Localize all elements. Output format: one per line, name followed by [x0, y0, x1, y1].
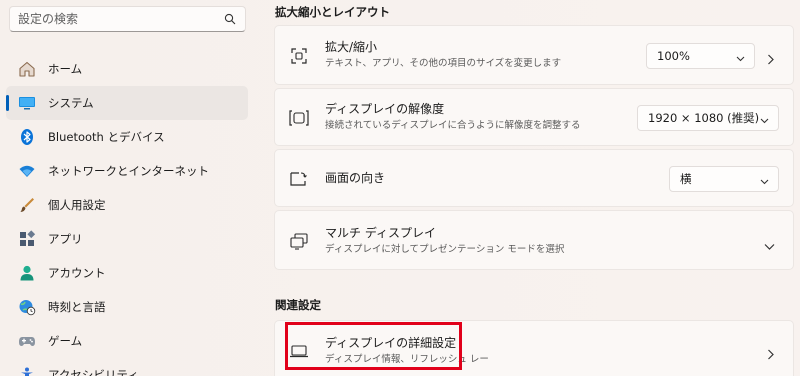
- sidebar-item-label: システム: [48, 96, 94, 110]
- sidebar-item-label: Bluetooth とデバイス: [48, 130, 165, 144]
- sidebar-item-network[interactable]: ネットワークとインターネット: [6, 154, 248, 188]
- chevron-down-icon: [760, 175, 769, 189]
- person-icon: [18, 264, 36, 282]
- multiple-displays-title: マルチ ディスプレイ: [325, 226, 436, 240]
- scale-value: 100%: [657, 49, 690, 63]
- multiple-displays-row[interactable]: マルチ ディスプレイ ディスプレイに対してプレゼンテーション モードを選択: [274, 210, 794, 270]
- display-resolution-icon: [289, 108, 309, 128]
- sidebar-item-apps[interactable]: アプリ: [6, 222, 248, 256]
- resize-icon: [289, 46, 309, 66]
- sidebar-item-system[interactable]: システム: [6, 86, 248, 120]
- orientation-row[interactable]: 画面の向き 横: [274, 149, 794, 207]
- sidebar-item-home[interactable]: ホーム: [6, 52, 248, 86]
- search-input[interactable]: [18, 12, 223, 26]
- resolution-subtitle: 接続されているディスプレイに合うように解像度を調整する: [325, 120, 581, 131]
- resolution-row[interactable]: ディスプレイの解像度 接続されているディスプレイに合うように解像度を調整する 1…: [274, 88, 794, 146]
- gamepad-icon: [18, 332, 36, 350]
- main-content: 拡大縮小とレイアウト 拡大/縮小 テキスト、アプリ、その他の項目のサイズを変更し…: [274, 0, 794, 376]
- sidebar-item-time-language[interactable]: 時刻と言語: [6, 290, 248, 324]
- sidebar-item-label: アクセシビリティ: [48, 368, 139, 376]
- chevron-down-icon: [760, 114, 769, 128]
- chevron-down-icon: [736, 52, 745, 66]
- sidebar-item-label: 時刻と言語: [48, 300, 106, 314]
- scale-title: 拡大/縮小: [325, 40, 378, 54]
- wifi-icon: [18, 162, 36, 180]
- sidebar-item-accessibility[interactable]: アクセシビリティ: [6, 358, 248, 376]
- sidebar-item-label: ネットワークとインターネット: [48, 164, 209, 178]
- bluetooth-icon: [18, 128, 36, 146]
- sidebar-item-gaming[interactable]: ゲーム: [6, 324, 248, 358]
- sidebar-item-label: ホーム: [48, 62, 83, 76]
- multiple-displays-subtitle: ディスプレイに対してプレゼンテーション モードを選択: [325, 244, 565, 255]
- chevron-right-icon[interactable]: [766, 50, 775, 69]
- orientation-dropdown[interactable]: 横: [669, 166, 779, 192]
- chevron-down-icon[interactable]: [764, 236, 775, 255]
- scale-subtitle: テキスト、アプリ、その他の項目のサイズを変更します: [325, 58, 562, 69]
- search-icon[interactable]: [223, 12, 237, 26]
- apps-icon: [18, 230, 36, 248]
- sidebar-item-personalization[interactable]: 個人用設定: [6, 188, 248, 222]
- globe-clock-icon: [18, 298, 36, 316]
- sidebar-item-label: ゲーム: [48, 334, 83, 348]
- multiple-displays-icon: [289, 231, 309, 251]
- advanced-display-row[interactable]: ディスプレイの詳細設定 ディスプレイ情報、リフレッシュ レー: [274, 320, 794, 376]
- laptop-icon: [289, 341, 309, 361]
- resolution-dropdown[interactable]: 1920 × 1080 (推奨): [637, 105, 779, 131]
- accessibility-icon: [18, 366, 36, 376]
- chevron-right-icon[interactable]: [766, 345, 775, 364]
- advanced-display-title: ディスプレイの詳細設定: [325, 336, 457, 350]
- resolution-value: 1920 × 1080 (推奨): [648, 111, 760, 125]
- sidebar-item-bluetooth[interactable]: Bluetooth とデバイス: [6, 120, 248, 154]
- settings-window: ホーム システム Bluetooth とデバイス ネットワークとインターネット: [0, 0, 800, 376]
- sidebar-item-label: アプリ: [48, 232, 83, 246]
- sidebar-item-label: 個人用設定: [48, 198, 106, 212]
- orientation-title: 画面の向き: [325, 171, 386, 185]
- orientation-value: 横: [680, 172, 692, 186]
- sidebar: ホーム システム Bluetooth とデバイス ネットワークとインターネット: [0, 0, 258, 376]
- sidebar-nav: ホーム システム Bluetooth とデバイス ネットワークとインターネット: [6, 52, 248, 376]
- section-title-related: 関連設定: [275, 298, 321, 312]
- search-box[interactable]: [9, 6, 246, 32]
- home-icon: [18, 60, 36, 78]
- monitor-icon: [18, 94, 36, 112]
- brush-icon: [18, 196, 36, 214]
- advanced-display-subtitle: ディスプレイ情報、リフレッシュ レー: [325, 354, 489, 365]
- resolution-title: ディスプレイの解像度: [325, 102, 445, 116]
- scale-dropdown[interactable]: 100%: [646, 43, 755, 69]
- sidebar-item-accounts[interactable]: アカウント: [6, 256, 248, 290]
- scale-row[interactable]: 拡大/縮小 テキスト、アプリ、その他の項目のサイズを変更します 100%: [274, 25, 794, 85]
- sidebar-item-label: アカウント: [48, 266, 106, 280]
- orientation-icon: [289, 169, 309, 189]
- section-title-scale-layout: 拡大縮小とレイアウト: [275, 5, 390, 19]
